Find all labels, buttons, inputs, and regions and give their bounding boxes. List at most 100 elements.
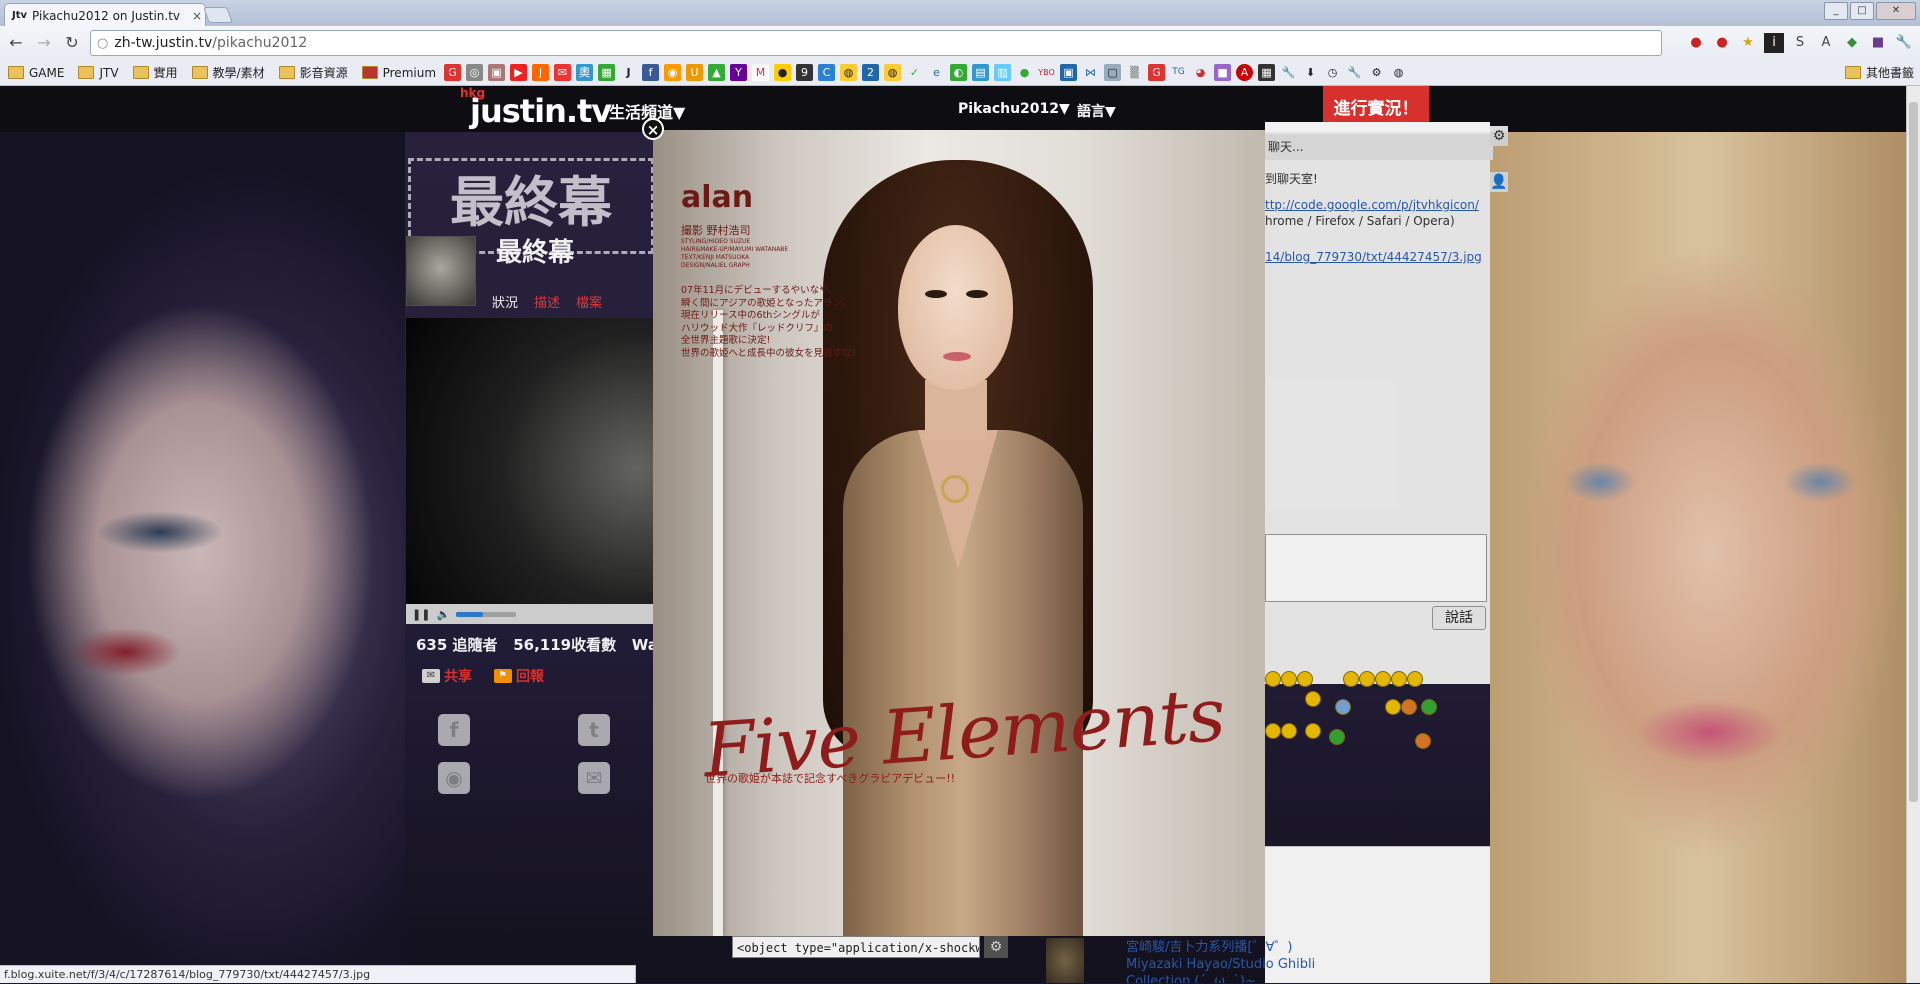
maximize-icon[interactable]: □	[1850, 2, 1874, 20]
bookmark-icon[interactable]: A	[1236, 64, 1254, 81]
bookmark-label: JTV	[99, 65, 119, 80]
wrench-icon[interactable]: 🔧	[1346, 64, 1363, 81]
clock-icon[interactable]: ◷	[1324, 64, 1341, 81]
ie-icon[interactable]: e	[928, 64, 945, 81]
font-extension-icon[interactable]: A	[1816, 33, 1836, 53]
bookmark-icon[interactable]: U	[686, 64, 704, 81]
extension-icon[interactable]: ◆	[1842, 33, 1862, 53]
bookmark-folder-tutorials[interactable]: 教學/素材	[191, 64, 265, 81]
extension-icon[interactable]: ●	[1686, 33, 1706, 53]
logo-region: hkg	[460, 86, 486, 100]
page: hkg justin.tv 生活頻道▼ Pikachu2012▼ 語言▼ 進行實況…	[0, 86, 1920, 983]
bookmark-icon[interactable]: G	[444, 64, 462, 81]
photo-eye	[966, 290, 988, 298]
bookmark-icon[interactable]: J	[532, 64, 550, 81]
extension-icon[interactable]: S	[1790, 33, 1810, 53]
bookmark-label: 影音資源	[299, 66, 348, 80]
bookmark-folder-jtv[interactable]: JTV	[78, 65, 119, 80]
bookmark-icon[interactable]: ◕	[1192, 64, 1209, 81]
facebook-icon[interactable]: f	[642, 64, 660, 81]
other-bookmarks[interactable]: 其他書籤	[1844, 64, 1914, 81]
settings-icon[interactable]: ⚙	[1368, 64, 1385, 81]
bookmark-icon[interactable]: ▦	[1258, 64, 1276, 81]
nav-user-menu[interactable]: Pikachu2012▼	[958, 101, 1070, 117]
bookmark-icon[interactable]: ✓	[906, 64, 923, 81]
folder-icon	[8, 66, 24, 79]
bookmark-icon[interactable]: ▣	[488, 64, 506, 81]
bookmark-icons: G ◎ ▣ ▶ J ✉ 奧 ▦ J f ◉ U ▲ Y M ● 9 C ◍ 2 …	[444, 64, 1407, 81]
bookmark-icon[interactable]: TG	[1170, 64, 1187, 81]
tab-strip: Jtv Pikachu2012 on Justin.tv × _ □ ✕	[0, 0, 1920, 27]
bookmark-icon[interactable]: ●	[1016, 64, 1033, 81]
extension-icon[interactable]: ■	[1868, 33, 1888, 53]
close-window-icon[interactable]: ✕	[1876, 2, 1916, 20]
nav-language[interactable]: 語言▼	[1077, 101, 1116, 121]
bookmark-icon[interactable]: ◉	[664, 64, 682, 81]
bookmark-label: Premium	[382, 65, 437, 80]
extension-icons: ● ● ★ i S A ◆ ■ 🔧	[1686, 33, 1914, 53]
yahoo-icon[interactable]: Y	[730, 64, 748, 81]
browser-toolbar: ← → ↻ ○ zh-tw.justin.tv/pikachu2012 ● ● …	[0, 26, 1920, 60]
bookmark-icon[interactable]: ▲	[708, 64, 726, 81]
bookmark-icon[interactable]: 奧	[576, 64, 594, 81]
bookmark-icon[interactable]: ▥	[994, 64, 1012, 81]
youtube-icon[interactable]: ▶	[510, 64, 528, 81]
bookmark-icon[interactable]: ▤	[972, 64, 990, 81]
adblock-icon[interactable]: ●	[1712, 33, 1732, 53]
bookmark-icon[interactable]: ●	[774, 64, 792, 81]
bookmark-icon[interactable]: ◍	[840, 64, 858, 81]
bookmark-folder-media[interactable]: 影音資源	[278, 64, 348, 81]
photo-eye	[925, 290, 947, 298]
justin-tv-logo[interactable]: hkg justin.tv	[460, 86, 612, 130]
window-controls: _ □ ✕	[1824, 2, 1916, 20]
lightbox-close-button[interactable]: ×	[642, 118, 664, 140]
new-tab-button[interactable]	[203, 7, 233, 23]
bookmark-icon[interactable]: ▒	[1126, 64, 1143, 81]
bookmark-icon[interactable]: ▣	[1060, 64, 1078, 81]
bookmark-folder-practical[interactable]: 實用	[132, 64, 178, 81]
browser-tab[interactable]: Jtv Pikachu2012 on Justin.tv ×	[4, 3, 206, 27]
reload-icon[interactable]: ↻	[62, 33, 82, 53]
info-extension-icon[interactable]: i	[1764, 33, 1784, 53]
bookmark-icon[interactable]: ◐	[950, 64, 968, 81]
minimize-icon[interactable]: _	[1824, 2, 1848, 20]
bookmark-folder-game[interactable]: GAME	[8, 66, 64, 80]
bookmark-icon[interactable]: ◎	[466, 64, 484, 81]
bookmark-premium[interactable]: Premium	[361, 65, 437, 80]
bookmark-icon[interactable]: ✉	[554, 64, 572, 81]
magazine-description: 07年11月にデビューするやいなや、 瞬く間にアジアの歌姫となったアラン。 現在…	[681, 285, 856, 359]
address-bar[interactable]: ○ zh-tw.justin.tv/pikachu2012	[90, 30, 1662, 56]
tab-close-icon[interactable]: ×	[189, 9, 205, 23]
bookmark-star-icon[interactable]: ★	[1738, 33, 1758, 53]
folder-icon	[132, 66, 149, 79]
folder-icon	[78, 66, 95, 79]
bookmark-icon[interactable]: ⋈	[1082, 64, 1099, 81]
bookmark-icon[interactable]: YBO	[1038, 64, 1055, 81]
scrollbar-thumb[interactable]	[1909, 102, 1918, 802]
bookmark-icon[interactable]: G	[1148, 64, 1166, 81]
gmail-icon[interactable]: M	[752, 64, 770, 81]
justin-favicon-icon: Jtv	[12, 10, 28, 21]
url-host: zh-tw.justin.tv	[114, 35, 213, 51]
globe-icon[interactable]: ◍	[1390, 64, 1407, 81]
magazine-credits: STYLING/HIDEO SUZUE HAIR&MAKE-UP/MAYUMI …	[681, 238, 789, 269]
bookmark-icon[interactable]: ▢	[1104, 64, 1122, 81]
magazine-photographer: 撮影 野村浩司	[681, 224, 751, 237]
bookmark-icon[interactable]: 2	[862, 64, 880, 81]
bookmark-icon[interactable]: C	[818, 64, 836, 81]
bookmark-icon[interactable]: ■	[1214, 64, 1232, 81]
wrench-icon[interactable]: 🔧	[1280, 64, 1297, 81]
lightbox-image[interactable]: alan 撮影 野村浩司 STYLING/HIDEO SUZUE HAIR&MA…	[653, 130, 1265, 936]
bookmark-icon[interactable]: ◍	[884, 64, 902, 81]
page-scrollbar[interactable]	[1906, 86, 1920, 983]
bookmark-icon[interactable]: 9	[796, 64, 814, 81]
wrench-menu-icon[interactable]: 🔧	[1894, 33, 1914, 53]
bookmark-icon[interactable]: ▦	[598, 64, 616, 81]
back-icon[interactable]: ←	[6, 33, 26, 53]
download-icon[interactable]: ⬇	[1302, 64, 1319, 81]
photo-necklace	[941, 475, 969, 503]
magazine-subtitle: 世界の歌姫が本誌で記念すべきグラビアデビュー!!	[705, 772, 956, 785]
forward-icon[interactable]: →	[34, 33, 54, 53]
jtv-bookmark-icon[interactable]: J	[620, 64, 637, 81]
magazine-brand: alan	[681, 180, 754, 215]
